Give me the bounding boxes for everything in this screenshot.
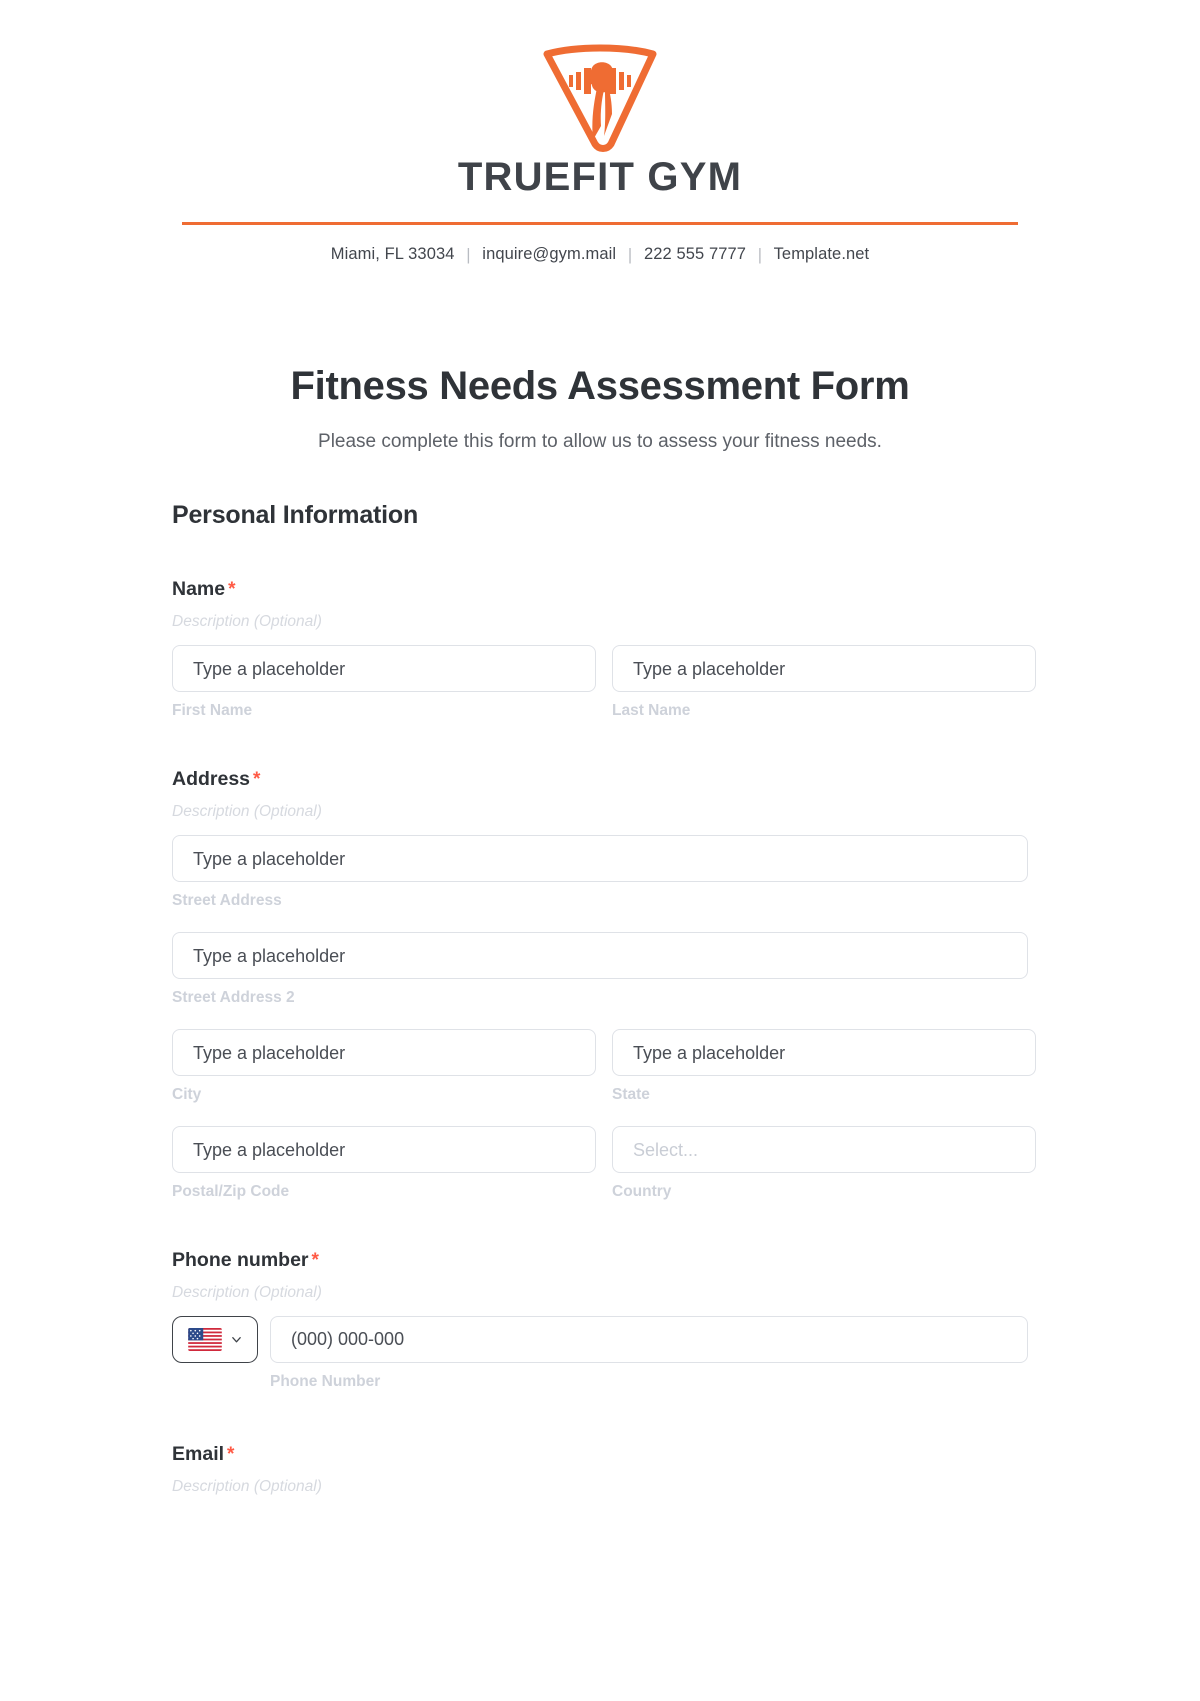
phone-input-row (172, 1316, 1028, 1363)
street-address-2-sub-label: Street Address 2 (172, 989, 295, 1006)
street-address-group: Street Address (172, 835, 1028, 910)
contact-phone: 222 555 7777 (643, 245, 747, 263)
postal-code-group: Postal/Zip Code (172, 1126, 596, 1201)
us-flag-icon (188, 1328, 222, 1351)
city-sub-label: City (172, 1086, 202, 1103)
field-name: Name* Description (Optional) First Name … (172, 578, 1036, 720)
state-group: State (612, 1029, 1036, 1104)
first-name-group: First Name (172, 645, 596, 720)
required-marker: * (253, 769, 261, 790)
page-title: Fitness Needs Assessment Form (290, 364, 910, 408)
state-input[interactable] (612, 1029, 1036, 1076)
name-input-row: First Name Last Name (172, 645, 1036, 720)
field-label: Email * (172, 1443, 1028, 1466)
contact-website: Template.net (773, 245, 870, 263)
postal-code-input[interactable] (172, 1126, 596, 1173)
field-address: Address* Description (Optional) Street A… (172, 768, 1036, 1201)
field-description: Description (Optional) (172, 1284, 322, 1301)
contact-separator: | (466, 246, 471, 264)
postal-code-sub-label: Postal/Zip Code (172, 1183, 290, 1200)
form-page: TRUEFIT GYM Miami, FL 33034 | inquire@gy… (0, 0, 1200, 1701)
contact-separator: | (757, 246, 763, 264)
field-description: Description (Optional) (172, 1478, 322, 1495)
street-address-sub-label: Street Address (172, 892, 282, 909)
field-label: Name * (172, 578, 1028, 601)
field-label-text: Email (172, 1443, 225, 1465)
country-sub-label: Country (612, 1183, 672, 1200)
letterhead: TRUEFIT GYM Miami, FL 33034 | inquire@gy… (0, 0, 1200, 264)
brand-name: TRUEFIT GYM (457, 155, 743, 199)
city-input[interactable] (172, 1029, 596, 1076)
last-name-sub-label: Last Name (612, 702, 691, 719)
city-state-row: City State (172, 1029, 1036, 1104)
country-code-select[interactable] (172, 1316, 258, 1363)
form-header: Fitness Needs Assessment Form Please com… (0, 364, 1200, 453)
form-body: Personal Information Name * Description (… (172, 453, 1036, 1496)
chevron-down-icon (232, 1337, 241, 1343)
contact-separator: | (627, 246, 633, 264)
field-email: Email * Description (Optional) (172, 1443, 1028, 1496)
street-address-2-input[interactable] (172, 932, 1028, 979)
field-label-text: Phone number (172, 1249, 309, 1271)
contact-address: Miami, FL 33034 (330, 245, 455, 263)
page-subtitle: Please complete this form to allow us to… (318, 431, 882, 452)
phone-number-sub-label: Phone Number (270, 1373, 381, 1390)
last-name-input[interactable] (612, 645, 1036, 692)
section-title-personal-information: Personal Information (172, 501, 419, 529)
country-select[interactable] (612, 1126, 1036, 1173)
field-description: Description (Optional) (172, 803, 322, 820)
street-address-input[interactable] (172, 835, 1028, 882)
field-label-text: Name (172, 578, 226, 600)
street-address-2-group: Street Address 2 (172, 932, 1028, 1007)
header-divider (182, 222, 1018, 225)
required-marker: * (227, 1444, 235, 1465)
phone-number-input[interactable] (270, 1316, 1028, 1363)
field-description: Description (Optional) (172, 613, 322, 630)
state-sub-label: State (612, 1086, 650, 1103)
gym-shield-barbell-logo (543, 44, 657, 152)
contact-email: inquire@gym.mail (482, 245, 617, 263)
field-label: Address * (172, 768, 1028, 791)
country-group: Country (612, 1126, 1036, 1201)
first-name-input[interactable] (172, 645, 596, 692)
required-marker: * (228, 579, 236, 600)
first-name-sub-label: First Name (172, 702, 253, 719)
contact-line: Miami, FL 33034 | inquire@gym.mail | 222… (0, 245, 1200, 264)
required-marker: * (311, 1250, 319, 1271)
field-phone-number: Phone number * Description (Optional) (0… (172, 1249, 1028, 1391)
field-label: Phone number * (172, 1249, 1028, 1272)
postal-country-row: Postal/Zip Code Country (172, 1126, 1036, 1201)
city-group: City (172, 1029, 596, 1104)
field-label-text: Address (172, 768, 251, 790)
last-name-group: Last Name (612, 645, 1036, 720)
